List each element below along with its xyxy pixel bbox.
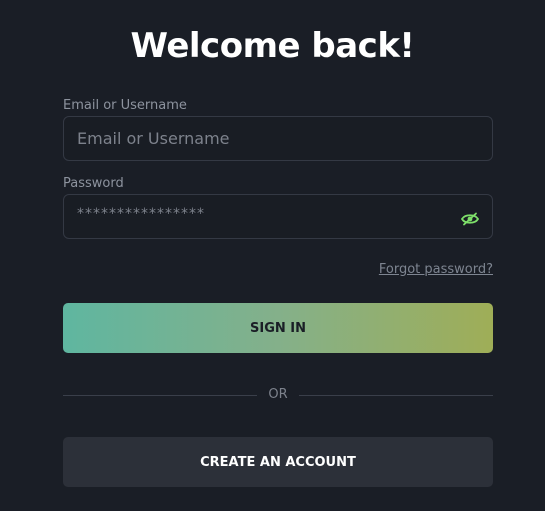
- email-label: Email or Username: [63, 98, 187, 113]
- create-account-button[interactable]: CREATE AN ACCOUNT: [63, 437, 493, 487]
- email-field-wrapper: [63, 116, 493, 161]
- email-field[interactable]: [64, 117, 492, 160]
- forgot-password-link[interactable]: Forgot password?: [379, 262, 493, 277]
- password-masked-value: ****************: [77, 206, 205, 222]
- eye-slash-icon[interactable]: [460, 211, 480, 226]
- divider-line-left: [63, 395, 257, 396]
- divider-or-label: OR: [268, 387, 288, 402]
- sign-in-button[interactable]: SIGN IN: [63, 303, 493, 353]
- page-title: Welcome back!: [130, 26, 415, 66]
- password-label: Password: [63, 176, 124, 191]
- login-page: Welcome back! Email or Username Password…: [0, 0, 545, 511]
- password-field[interactable]: ****************: [63, 194, 493, 239]
- divider-line-right: [299, 395, 493, 396]
